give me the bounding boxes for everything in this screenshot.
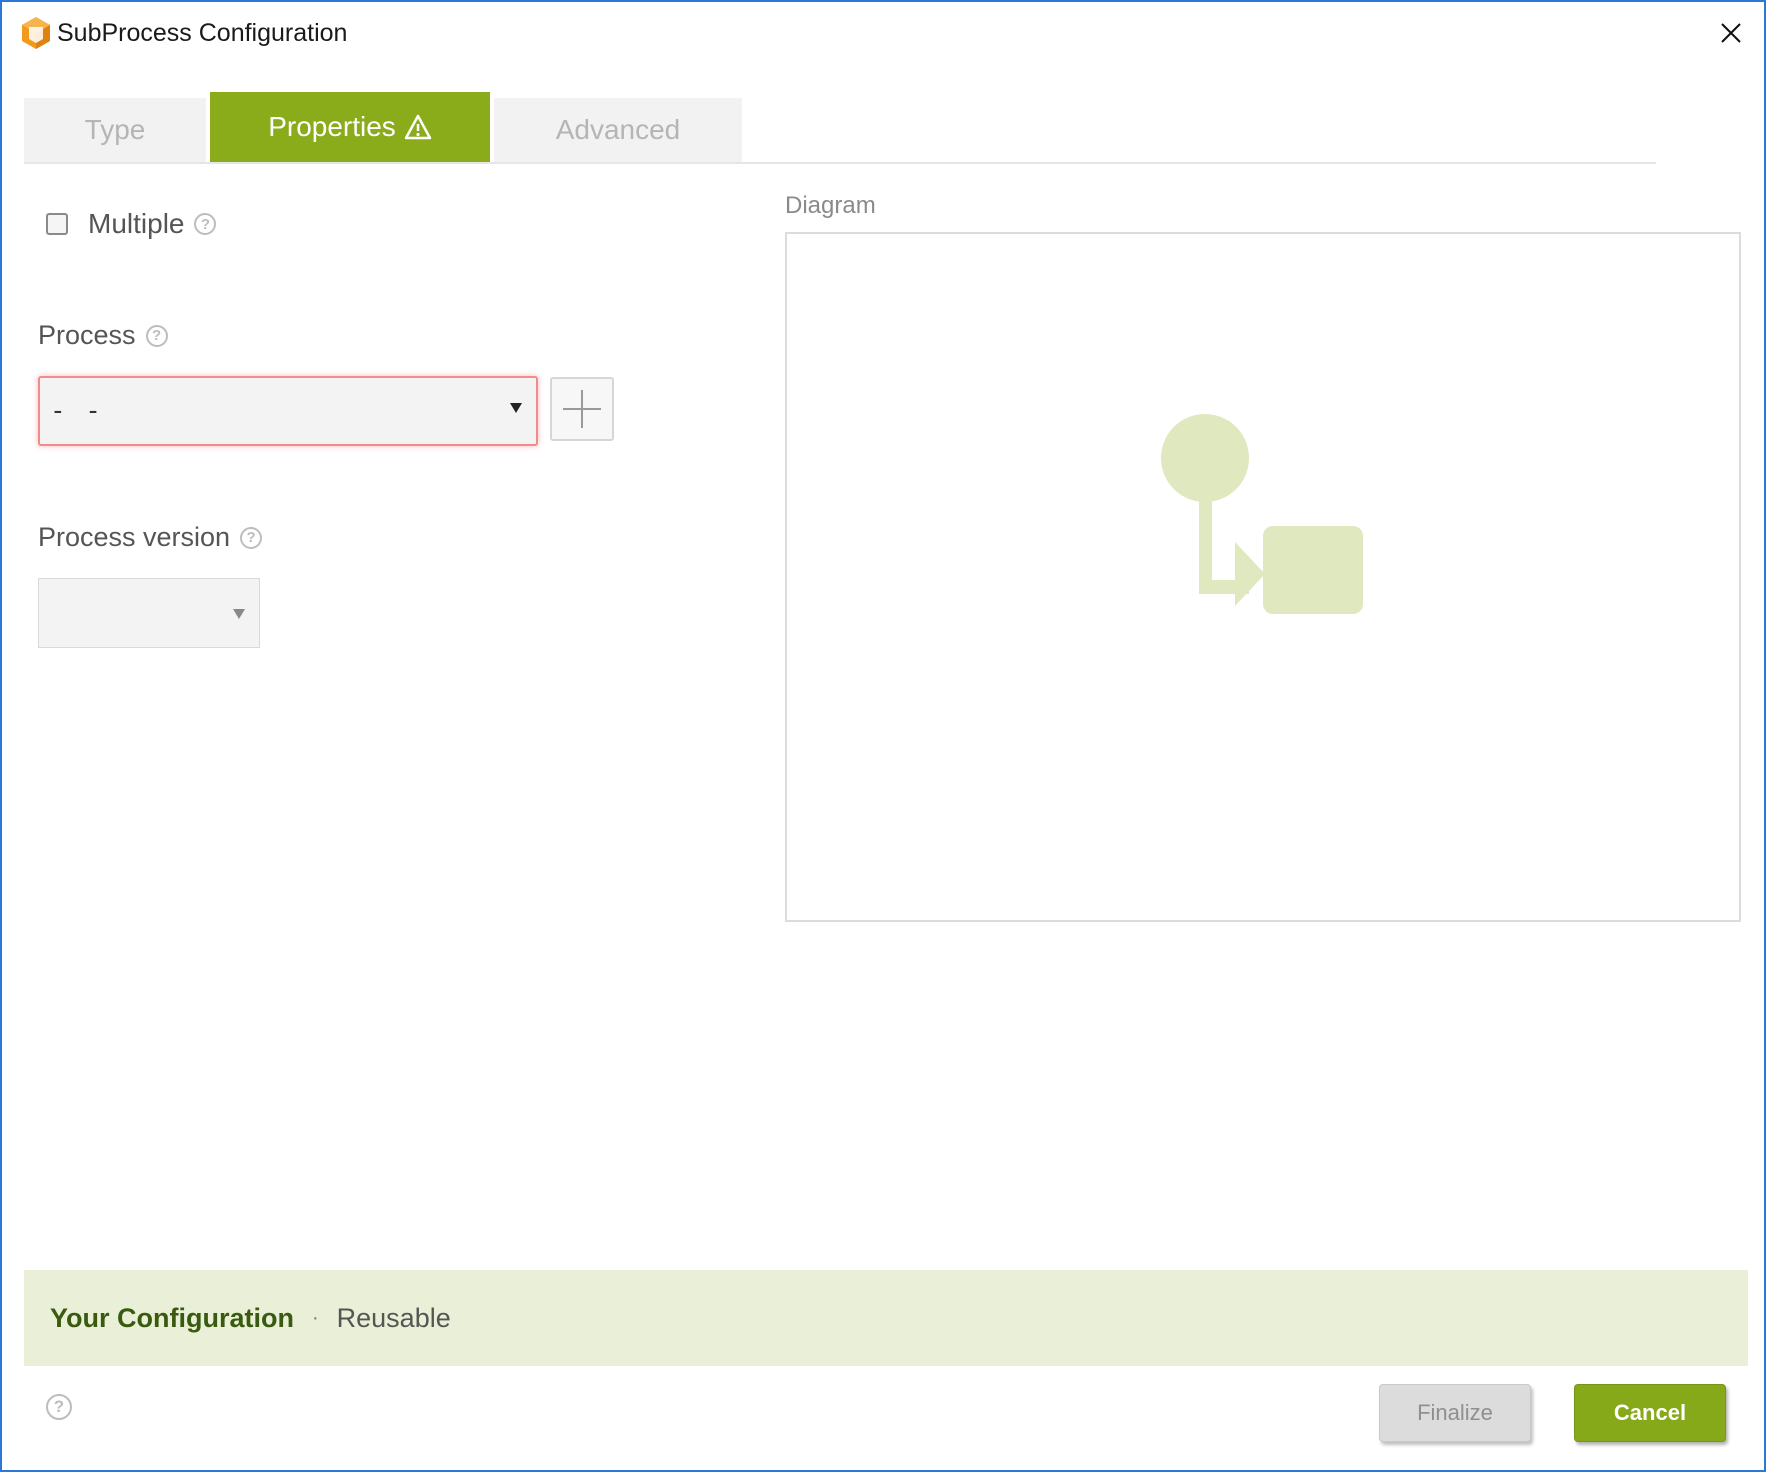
configuration-summary: Your Configuration · Reusable bbox=[24, 1270, 1748, 1366]
configuration-value: Reusable bbox=[336, 1302, 451, 1333]
tab-bar: Type Properties Advanced bbox=[24, 92, 1656, 164]
process-version-label-row: Process version ? bbox=[38, 522, 263, 553]
window-title: SubProcess Configuration bbox=[57, 19, 348, 47]
cancel-button[interactable]: Cancel bbox=[1574, 1384, 1726, 1442]
multiple-checkbox[interactable] bbox=[46, 213, 68, 235]
process-label-row: Process ? bbox=[38, 320, 168, 351]
process-version-select[interactable] bbox=[38, 578, 260, 648]
plus-icon bbox=[563, 390, 601, 428]
multiple-label: Multiple bbox=[88, 208, 185, 239]
app-cube-icon bbox=[20, 16, 52, 50]
title-bar: SubProcess Configuration bbox=[2, 2, 1764, 66]
warning-triangle-icon bbox=[404, 114, 432, 140]
dialog-window: SubProcess Configuration Type Properties… bbox=[0, 0, 1766, 1472]
process-version-label: Process version bbox=[38, 522, 231, 552]
close-icon bbox=[1721, 23, 1741, 43]
close-button[interactable] bbox=[1706, 8, 1756, 58]
finalize-button[interactable]: Finalize bbox=[1379, 1384, 1531, 1442]
process-version-help-icon[interactable]: ? bbox=[240, 526, 263, 549]
configuration-separator: · bbox=[311, 1306, 319, 1329]
chevron-down-icon bbox=[510, 403, 522, 413]
tab-type[interactable]: Type bbox=[24, 98, 206, 162]
configuration-title: Your Configuration bbox=[50, 1302, 294, 1333]
diagram-label: Diagram bbox=[785, 192, 876, 219]
diagram-panel bbox=[785, 232, 1741, 922]
process-select[interactable]: - - bbox=[38, 376, 538, 446]
chevron-down-icon bbox=[233, 609, 245, 619]
tab-advanced[interactable]: Advanced bbox=[494, 98, 742, 162]
help-circle-icon[interactable]: ? bbox=[46, 1394, 72, 1420]
process-label: Process bbox=[38, 320, 136, 350]
add-process-button[interactable] bbox=[550, 377, 614, 441]
tab-properties[interactable]: Properties bbox=[210, 92, 490, 162]
tab-advanced-label: Advanced bbox=[555, 114, 681, 145]
multiple-help-icon[interactable]: ? bbox=[194, 213, 217, 235]
process-help-icon[interactable]: ? bbox=[145, 324, 168, 347]
process-select-value: - - bbox=[50, 396, 103, 426]
tab-properties-label: Properties bbox=[268, 111, 396, 142]
multiple-option: Multiple ? bbox=[46, 208, 217, 240]
tab-type-label: Type bbox=[84, 114, 146, 145]
subprocess-diagram-icon bbox=[1161, 414, 1363, 614]
